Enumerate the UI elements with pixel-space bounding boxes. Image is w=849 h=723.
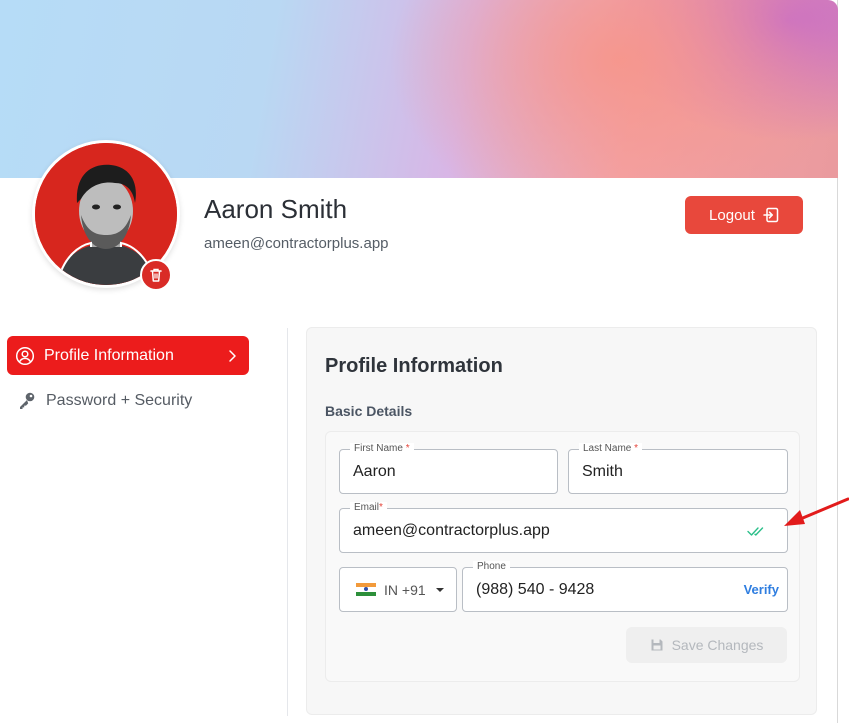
card-title: Profile Information bbox=[325, 355, 503, 377]
basic-details-panel: First Name * Aaron Last Name * Smith Ema… bbox=[325, 431, 800, 682]
save-changes-button[interactable]: Save Changes bbox=[626, 627, 787, 663]
first-name-label: First Name * bbox=[350, 443, 414, 455]
last-name-field[interactable]: Last Name * Smith bbox=[568, 443, 788, 494]
sidebar-item-label: Profile Information bbox=[44, 346, 174, 364]
user-circle-icon bbox=[15, 346, 35, 365]
logout-label: Logout bbox=[709, 206, 755, 224]
vertical-divider bbox=[287, 328, 288, 716]
save-changes-label: Save Changes bbox=[671, 637, 764, 653]
delete-avatar-button[interactable] bbox=[140, 259, 172, 291]
sidebar-item-password-security[interactable]: Password + Security bbox=[7, 381, 249, 420]
last-name-value[interactable]: Smith bbox=[582, 463, 623, 481]
phone-label: Phone bbox=[473, 561, 510, 573]
email-field[interactable]: Email* ameen@contractorplus.app bbox=[339, 502, 788, 553]
sidebar-item-profile-information[interactable]: Profile Information bbox=[7, 336, 249, 375]
trash-icon bbox=[150, 268, 162, 282]
annotation-arrow-icon bbox=[784, 497, 849, 526]
verify-phone-link[interactable]: Verify bbox=[744, 582, 779, 597]
country-code-select[interactable]: IN +91 bbox=[339, 567, 457, 612]
chevron-right-icon bbox=[229, 349, 236, 362]
section-heading: Basic Details bbox=[325, 403, 413, 419]
phone-value[interactable]: (988) 540 - 9428 bbox=[476, 581, 594, 599]
avatar-container bbox=[32, 140, 180, 291]
india-flag-icon bbox=[356, 583, 376, 596]
save-disk-icon bbox=[651, 639, 663, 651]
email-value[interactable]: ameen@contractorplus.app bbox=[353, 522, 550, 540]
last-name-label: Last Name * bbox=[579, 443, 643, 455]
first-name-value[interactable]: Aaron bbox=[353, 463, 396, 481]
caret-down-icon bbox=[435, 587, 444, 592]
country-code-value: IN +91 bbox=[384, 581, 426, 598]
sidebar-nav: Profile Information Password + Security bbox=[7, 336, 249, 420]
key-icon bbox=[20, 392, 35, 409]
double-check-icon bbox=[747, 527, 764, 536]
email-label: Email* bbox=[350, 502, 387, 514]
logout-icon bbox=[763, 207, 779, 223]
profile-information-card: Profile Information Basic Details First … bbox=[306, 327, 817, 715]
first-name-field[interactable]: First Name * Aaron bbox=[339, 443, 558, 494]
user-name: Aaron Smith bbox=[204, 194, 348, 224]
user-email: ameen@contractorplus.app bbox=[204, 235, 389, 252]
sidebar-item-label: Password + Security bbox=[46, 391, 193, 409]
phone-field[interactable]: Phone (988) 540 - 9428 Verify bbox=[462, 561, 788, 612]
profile-page: Aaron Smith ameen@contractorplus.app Log… bbox=[0, 0, 849, 723]
logout-button[interactable]: Logout bbox=[685, 196, 803, 234]
